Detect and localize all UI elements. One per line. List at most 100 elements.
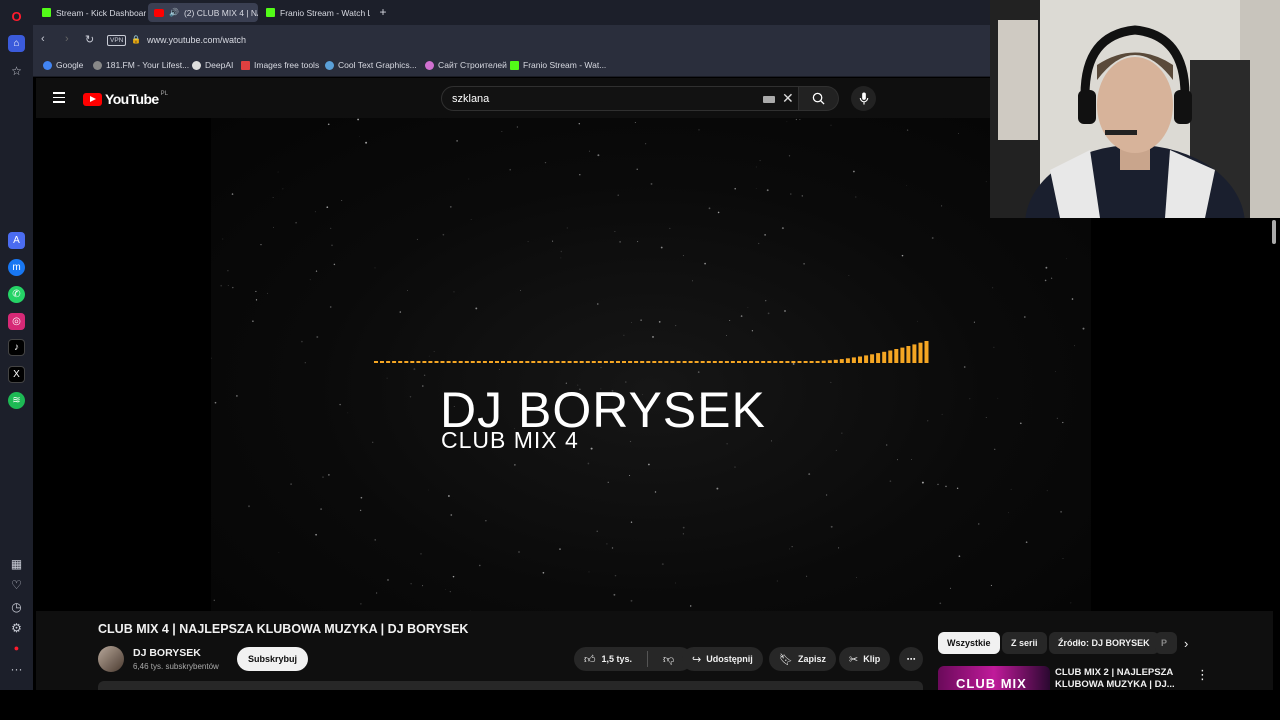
- like-button[interactable]: 👍︎ 1,5 tys.: [574, 647, 642, 671]
- deepai-icon: [192, 60, 201, 70]
- star-dot: [766, 189, 769, 192]
- speaker-icon[interactable]: 🔊: [169, 8, 179, 17]
- youtube-logo[interactable]: YouTube PL: [83, 91, 168, 107]
- bookmark-google[interactable]: Google: [43, 60, 83, 70]
- bookmark-stroiteley[interactable]: Сайт Строителей: [425, 60, 507, 70]
- bookmark-181fm[interactable]: 181.FM - Your Lifest...: [93, 60, 189, 70]
- channel-avatar[interactable]: [98, 646, 124, 672]
- whatsapp-icon[interactable]: ✆: [8, 286, 25, 303]
- aria-icon[interactable]: A: [8, 232, 25, 249]
- visualizer-bar: [452, 361, 457, 363]
- chip-from-channel[interactable]: Źródło: DJ BORYSEK: [1049, 632, 1159, 654]
- visualizer-bar: [561, 361, 566, 363]
- settings-icon[interactable]: ⚙: [8, 621, 25, 635]
- adblock-icon[interactable]: ●: [8, 643, 25, 653]
- channel-name[interactable]: DJ BORYSEK: [133, 647, 201, 659]
- star-dot: [559, 548, 561, 550]
- keyboard-icon[interactable]: [763, 96, 775, 103]
- star-dot: [689, 605, 692, 607]
- menu-icon[interactable]: [53, 92, 65, 106]
- tab-youtube[interactable]: 🔊 (2) CLUB MIX 4 | NAJLEPSZA KLUBOWA MUZ…: [148, 3, 258, 22]
- forward-icon[interactable]: ›: [65, 33, 69, 45]
- home-icon[interactable]: ⌂: [8, 35, 25, 52]
- star-dot: [734, 187, 736, 190]
- messenger-icon[interactable]: m: [8, 259, 25, 276]
- chip-from-series[interactable]: Z serii: [1002, 632, 1047, 654]
- tiktok-icon[interactable]: ♪: [8, 339, 25, 356]
- recommendation-title[interactable]: CLUB MIX 2 | NAJLEPSZA KLUBOWA MUZYKA | …: [1055, 667, 1195, 691]
- bookmark-images-free-tools[interactable]: Images free tools: [241, 60, 319, 70]
- vpn-badge[interactable]: VPN: [107, 35, 127, 46]
- lock-icon[interactable]: 🔒: [131, 35, 141, 44]
- chevron-right-icon[interactable]: ›: [1184, 636, 1188, 651]
- more-horizontal-icon: ⋯: [906, 653, 916, 664]
- search-box: ✕: [441, 86, 799, 111]
- star-dot: [374, 267, 376, 269]
- visualizer-bar: [906, 346, 911, 363]
- back-icon[interactable]: ‹: [41, 33, 45, 45]
- star-dot: [456, 140, 458, 142]
- heart-icon[interactable]: ♡: [8, 578, 25, 592]
- star-dot: [786, 121, 788, 123]
- star-dot: [1056, 417, 1058, 419]
- save-button[interactable]: 🔖︎ Zapisz: [769, 647, 836, 671]
- recommendation-thumbnail[interactable]: CLUB MIX: [938, 666, 1050, 690]
- spotify-icon[interactable]: ≋: [8, 392, 25, 409]
- bookmark-franio-stream[interactable]: Franio Stream - Wat...: [510, 60, 606, 70]
- star-dot: [1082, 327, 1085, 330]
- star-dot: [682, 533, 684, 535]
- bookmark-cool-text[interactable]: Cool Text Graphics...: [325, 60, 417, 70]
- clip-button[interactable]: ✂ Klip: [839, 647, 891, 671]
- opera-logo-icon[interactable]: O: [8, 8, 25, 25]
- description-box[interactable]: [98, 681, 923, 690]
- star-dot: [376, 592, 378, 594]
- star-icon[interactable]: ☆: [8, 62, 25, 79]
- star-dot: [328, 474, 330, 476]
- tab-kick-dashboard[interactable]: Stream - Kick Dashboard: [36, 3, 146, 22]
- workspaces-icon[interactable]: ▦: [8, 557, 25, 571]
- star-dot: [255, 299, 258, 301]
- new-tab-button[interactable]: +: [376, 5, 390, 19]
- star-dot: [232, 286, 234, 289]
- visualizer-bar: [864, 355, 869, 363]
- more-vertical-icon[interactable]: ⋮: [1196, 667, 1209, 683]
- star-dot: [420, 553, 422, 555]
- reload-icon[interactable]: ↻: [85, 33, 94, 46]
- like-divider: [647, 651, 649, 667]
- tab-franio-stream[interactable]: Franio Stream - Watch Live on Kick: [260, 3, 370, 22]
- chip-partial[interactable]: P: [1155, 632, 1177, 654]
- clear-search-icon[interactable]: ✕: [782, 90, 794, 107]
- chip-all[interactable]: Wszystkie: [938, 632, 1000, 654]
- star-dot: [266, 292, 268, 294]
- visualizer-bar: [737, 361, 741, 363]
- bookmark-deepai[interactable]: DeepAI: [192, 60, 233, 70]
- visualizer-bar: [773, 361, 778, 363]
- instagram-icon[interactable]: ◎: [8, 313, 25, 330]
- share-button[interactable]: ↪ Udostępnij: [682, 647, 763, 671]
- star-dot: [691, 280, 693, 282]
- star-dot: [630, 599, 633, 602]
- visualizer-bar: [585, 361, 590, 363]
- star-dot: [830, 124, 832, 126]
- subscribe-button[interactable]: Subskrybuj: [237, 647, 309, 671]
- more-actions-button[interactable]: ⋯: [899, 647, 923, 671]
- url-field[interactable]: www.youtube.com/watch: [147, 35, 246, 45]
- page-scrollbar[interactable]: [1272, 220, 1276, 244]
- history-icon[interactable]: ◷: [8, 600, 25, 614]
- dislike-button[interactable]: 👎︎: [653, 647, 684, 671]
- voice-search-button[interactable]: [851, 86, 876, 111]
- x-icon[interactable]: X: [8, 366, 25, 383]
- more-icon[interactable]: ···: [8, 662, 25, 676]
- star-dot: [597, 303, 599, 305]
- star-dot: [781, 227, 784, 230]
- tab-bar: Stream - Kick Dashboard 🔊 (2) CLUB MIX 4…: [33, 0, 990, 25]
- search-input[interactable]: [452, 91, 752, 107]
- visualizer-bar: [410, 361, 415, 363]
- search-button[interactable]: [799, 86, 839, 111]
- visualizer-bar: [507, 361, 512, 363]
- video-title: CLUB MIX 4 | NAJLEPSZA KLUBOWA MUZYKA | …: [98, 622, 469, 636]
- visualizer-bar: [724, 361, 729, 363]
- video-frame[interactable]: DJ BORYSEK CLUB MIX 4: [211, 118, 1091, 611]
- star-dot: [985, 181, 987, 183]
- star-dot: [889, 480, 892, 482]
